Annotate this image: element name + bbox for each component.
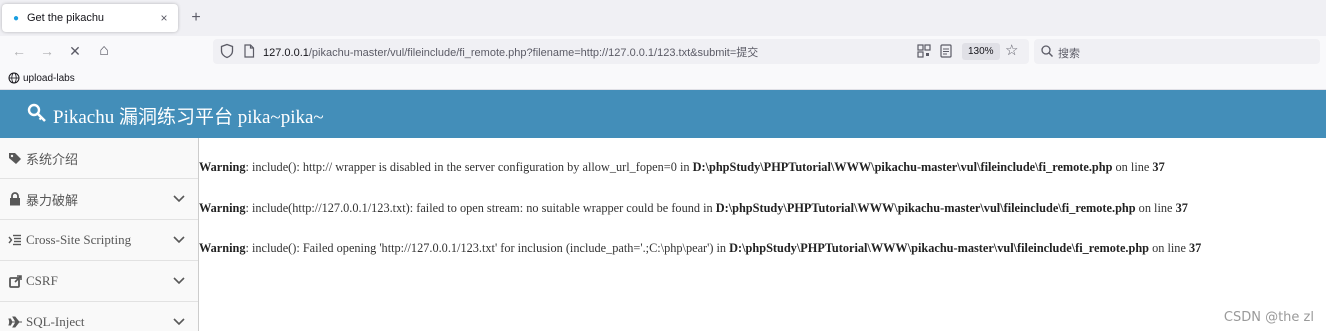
close-icon[interactable]: × — [154, 11, 174, 25]
warning-message: : include(): Failed opening 'http://127.… — [245, 241, 730, 255]
chevron-down-icon — [173, 318, 185, 326]
bookmark-label: upload-labs — [23, 72, 75, 84]
list-indent-icon — [7, 234, 23, 246]
php-warning: Warning: include(): Failed opening 'http… — [199, 241, 1201, 256]
url-text[interactable]: 127.0.0.1/pikachu-master/vul/fileinclude… — [263, 44, 758, 60]
browser-tab[interactable]: ● Get the pikachu × — [2, 4, 178, 32]
bookmark-star-icon[interactable]: ☆ — [1005, 42, 1018, 60]
bookmarks-toolbar: upload-labs — [0, 66, 1326, 90]
warning-file: D:\phpStudy\PHPTutorial\WWW\pikachu-mast… — [692, 160, 1113, 174]
warning-message: : include(): http:// wrapper is disabled… — [245, 160, 693, 174]
sidebar-item-brute-force[interactable]: 暴力破解 — [0, 179, 198, 220]
search-placeholder: 搜索 — [1058, 48, 1080, 60]
bookmark-upload-labs[interactable]: upload-labs — [8, 70, 75, 86]
warning-line-text: on line — [1149, 241, 1189, 255]
warning-line-text: on line — [1112, 160, 1153, 174]
warning-label: Warning — [199, 241, 246, 255]
url-path: /pikachu-master/vul/fileinclude/fi_remot… — [308, 47, 759, 59]
warning-file: D:\phpStudy\PHPTutorial\WWW\pikachu-mast… — [729, 241, 1150, 255]
warning-file: D:\phpStudy\PHPTutorial\WWW\pikachu-mast… — [715, 201, 1136, 215]
sidebar-item-label: 系统介绍 — [26, 151, 79, 167]
url-host: 127.0.0.1 — [263, 47, 309, 59]
stop-button[interactable]: ✕ — [64, 40, 86, 62]
warning-line-number: 37 — [1188, 241, 1202, 255]
chevron-down-icon — [173, 277, 185, 285]
tab-title: Get the pikachu — [27, 12, 105, 24]
address-bar[interactable]: 127.0.0.1/pikachu-master/vul/fileinclude… — [213, 39, 1029, 64]
sidebar-item-csrf[interactable]: CSRF — [0, 261, 198, 302]
zoom-level-button[interactable]: 130% — [962, 43, 1000, 60]
sidebar-item-label: Cross-Site Scripting — [26, 232, 132, 247]
warning-line-number: 37 — [1175, 201, 1188, 215]
key-icon — [27, 103, 46, 122]
navigation-toolbar: ← → ✕ ⌂ 127.0.0.1/pikachu-master/vul/fil… — [0, 36, 1326, 66]
warning-line-number: 37 — [1152, 160, 1165, 174]
new-tab-button[interactable]: + — [186, 8, 206, 28]
warning-label: Warning — [199, 201, 246, 215]
home-button[interactable]: ⌂ — [93, 40, 115, 62]
shield-icon[interactable] — [219, 43, 235, 59]
php-warning: Warning: include(http://127.0.0.1/123.tx… — [199, 201, 1188, 216]
sidebar-item-sql-inject[interactable]: SQL-Inject — [0, 302, 198, 331]
watermark: CSDN @the zl — [1223, 310, 1314, 325]
sidebar-item-label: SQL-Inject — [26, 314, 85, 329]
tab-strip: ● Get the pikachu × + — [0, 0, 1326, 36]
search-bar[interactable]: 搜索 — [1034, 39, 1320, 64]
sidebar: 系统介绍 暴力破解 Cross-Site Scripting CSRF SQL-… — [0, 138, 199, 331]
sidebar-item-intro[interactable]: 系统介绍 — [0, 138, 198, 179]
main-content: Warning: include(): http:// wrapper is d… — [199, 138, 1326, 331]
sidebar-item-xss[interactable]: Cross-Site Scripting — [0, 220, 198, 261]
page-header: Pikachu 漏洞练习平台 pika~pika~ — [0, 90, 1326, 138]
sidebar-item-label: CSRF — [26, 273, 58, 288]
chevron-down-icon — [173, 195, 185, 203]
warning-line-text: on line — [1135, 201, 1176, 215]
warning-label: Warning — [199, 160, 246, 174]
site-title[interactable]: Pikachu 漏洞练习平台 pika~pika~ — [53, 102, 324, 129]
forward-button[interactable]: → — [36, 40, 58, 62]
qr-code-icon[interactable] — [917, 44, 931, 58]
globe-icon — [8, 72, 20, 84]
sidebar-item-label: 暴力破解 — [26, 192, 79, 208]
page-info-icon[interactable] — [241, 43, 257, 59]
php-warning: Warning: include(): http:// wrapper is d… — [199, 160, 1165, 175]
plane-icon — [7, 316, 23, 328]
warning-message: : include(http://127.0.0.1/123.txt): fai… — [245, 201, 716, 215]
tag-icon — [7, 152, 23, 165]
chevron-down-icon — [173, 236, 185, 244]
favicon-icon: ● — [12, 12, 20, 24]
reader-view-icon[interactable] — [939, 44, 953, 58]
back-button[interactable]: ← — [8, 40, 30, 62]
lock-icon — [7, 192, 23, 206]
external-link-icon — [7, 274, 23, 288]
search-icon — [1041, 45, 1053, 57]
